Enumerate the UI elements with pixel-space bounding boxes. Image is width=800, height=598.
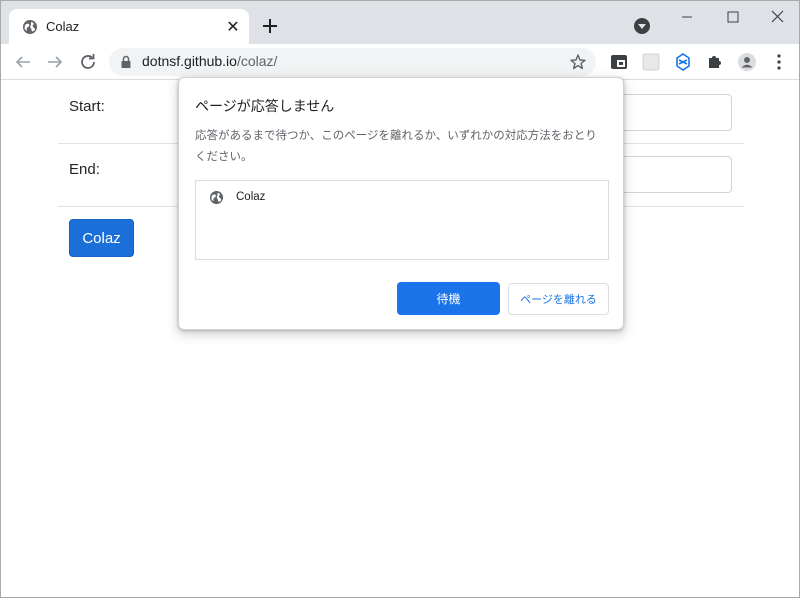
end-label: End:: [69, 161, 100, 178]
tab-title: Colaz: [46, 19, 80, 34]
unresponsive-pages-list: Colaz: [195, 180, 609, 260]
list-item: Colaz: [196, 181, 608, 211]
puzzle-icon[interactable]: [705, 52, 725, 72]
browser-toolbar: dotnsf.github.io/colaz/: [1, 44, 799, 80]
address-bar[interactable]: dotnsf.github.io/colaz/: [109, 48, 596, 76]
colaz-button[interactable]: Colaz: [69, 219, 134, 257]
wait-button[interactable]: 待機: [397, 282, 500, 315]
reload-icon[interactable]: [76, 50, 100, 74]
start-label: Start:: [69, 98, 105, 115]
window-close-icon[interactable]: [755, 5, 800, 29]
tab-colaz[interactable]: Colaz ✕: [9, 9, 249, 44]
tab-strip: Colaz ✕: [1, 1, 799, 44]
profile-icon[interactable]: [737, 52, 757, 72]
globe-icon: [23, 20, 37, 34]
extension-icon[interactable]: [673, 52, 693, 72]
lock-icon[interactable]: [120, 55, 132, 69]
url-path: /colaz/: [236, 53, 278, 69]
maximize-icon[interactable]: [710, 5, 756, 29]
minimize-icon[interactable]: [664, 5, 710, 29]
close-icon[interactable]: ✕: [224, 18, 242, 36]
dialog-title: ページが応答しません: [195, 99, 335, 115]
tab-search-icon[interactable]: [634, 18, 650, 34]
dialog-message: 応答があるまで待つか、このページを離れるか、いずれかの対応方法をおとりください。: [195, 128, 597, 163]
url-text: dotnsf.github.io/colaz/: [142, 53, 277, 69]
forward-icon[interactable]: [43, 50, 67, 74]
star-icon[interactable]: [569, 53, 587, 71]
browser-window: Colaz ✕ dotnsf.github.io/colaz/ Start: E…: [0, 0, 800, 598]
url-host: dotnsf.github.io: [142, 53, 237, 69]
plus-icon[interactable]: [259, 15, 281, 37]
page-unresponsive-dialog: ページが応答しません 応答があるまで待つか、このページを離れるか、いずれかの対応…: [178, 77, 624, 330]
globe-icon: [209, 190, 224, 205]
back-icon[interactable]: [11, 50, 35, 74]
extension-icon[interactable]: [641, 52, 661, 72]
leave-page-button[interactable]: ページを離れる: [508, 283, 609, 315]
extension-icon[interactable]: [609, 52, 629, 72]
list-item-label: Colaz: [236, 191, 266, 203]
kebab-menu-icon[interactable]: [769, 52, 789, 72]
